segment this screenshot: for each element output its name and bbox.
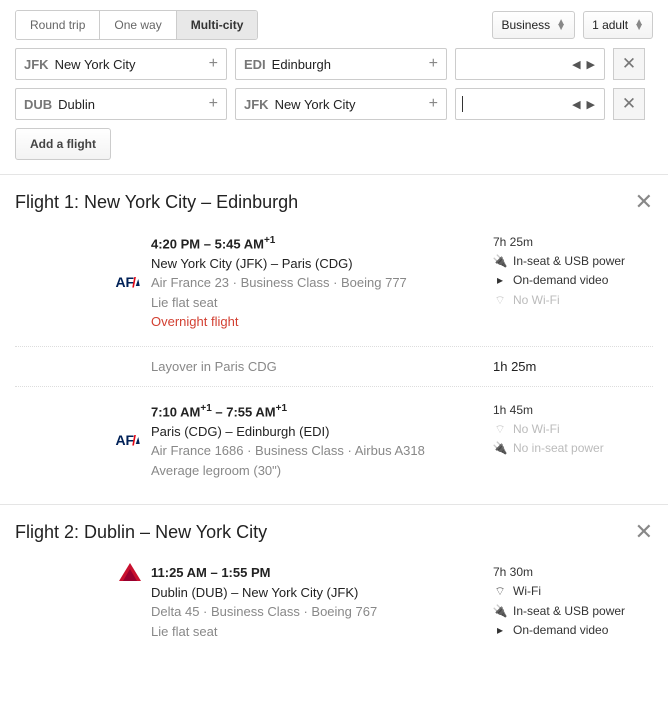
segment-times: 11:25 AM – 1:55 PM xyxy=(151,563,493,583)
to-input-2[interactable]: JFK New York City + xyxy=(235,88,447,120)
airport-city: New York City xyxy=(55,57,136,72)
remove-leg-2[interactable]: ✕ xyxy=(613,88,645,120)
plus-icon[interactable]: + xyxy=(209,55,218,73)
airport-city: Dublin xyxy=(58,97,95,112)
from-input-1[interactable]: JFK New York City + xyxy=(15,48,227,80)
add-flight-button[interactable]: Add a flight xyxy=(15,128,111,160)
segment-route: Paris (CDG) – Edinburgh (EDI) xyxy=(151,422,493,442)
segment-duration: 7h 30m xyxy=(493,563,653,582)
airport-city: Edinburgh xyxy=(272,57,331,72)
wifi-icon: ⌔ xyxy=(493,582,507,601)
trip-type-tabs: Round trip One way Multi-city xyxy=(15,10,258,40)
date-input-2[interactable]: ◀ ▶ xyxy=(455,88,605,120)
layover-text: Layover in Paris CDG xyxy=(151,359,493,374)
power-icon: 🔌 xyxy=(493,602,507,621)
segment-seat: Average legroom (30") xyxy=(151,461,493,481)
flight-2-segment-1: 11:25 AM – 1:55 PM Dublin (DUB) – New Yo… xyxy=(15,549,653,655)
segment-details: Delta 45 · Business Class · Boeing 767 xyxy=(151,602,493,622)
flight-2-section: Flight 2: Dublin – New York City ✕ 11:25… xyxy=(0,505,668,665)
flight-1-segment-1: AF/ 4:20 PM – 5:45 AM+1 New York City (J… xyxy=(15,219,653,347)
airport-code: JFK xyxy=(244,97,269,112)
airline-logo-airfrance: AF/ xyxy=(105,233,151,332)
cabin-label: Business xyxy=(501,18,550,32)
next-day-icon[interactable]: ▶ xyxy=(587,98,595,111)
segment-details: Air France 1686 · Business Class · Airbu… xyxy=(151,441,493,461)
video-icon: ▸ xyxy=(493,621,507,640)
close-icon[interactable]: ✕ xyxy=(635,519,653,545)
remove-leg-1[interactable]: ✕ xyxy=(613,48,645,80)
plus-icon[interactable]: + xyxy=(209,95,218,113)
segment-duration: 1h 45m xyxy=(493,401,653,420)
prev-day-icon[interactable]: ◀ xyxy=(572,58,580,71)
tab-one-way[interactable]: One way xyxy=(100,11,176,39)
pax-label: 1 adult xyxy=(592,18,628,32)
flight-1-segment-2: AF/ 7:10 AM+1 – 7:55 AM+1 Paris (CDG) – … xyxy=(15,387,653,494)
airport-code: JFK xyxy=(24,57,49,72)
next-day-icon[interactable]: ▶ xyxy=(587,58,595,71)
cabin-select[interactable]: Business ▲▼ xyxy=(492,11,575,39)
segment-route: New York City (JFK) – Paris (CDG) xyxy=(151,254,493,274)
segment-duration: 7h 25m xyxy=(493,233,653,252)
prev-day-icon[interactable]: ◀ xyxy=(572,98,580,111)
from-input-2[interactable]: DUB Dublin + xyxy=(15,88,227,120)
video-icon: ▸ xyxy=(493,271,507,290)
wifi-icon: ⌔ xyxy=(493,291,507,310)
sort-icon: ▲▼ xyxy=(634,20,644,30)
airport-code: EDI xyxy=(244,57,266,72)
segment-details: Air France 23 · Business Class · Boeing … xyxy=(151,273,493,293)
airport-city: New York City xyxy=(275,97,356,112)
flight-1-title: Flight 1: New York City – Edinburgh xyxy=(15,192,298,213)
plus-icon[interactable]: + xyxy=(429,95,438,113)
airline-logo-delta xyxy=(105,563,151,641)
search-form: Round trip One way Multi-city Business ▲… xyxy=(0,0,668,175)
tab-multi-city[interactable]: Multi-city xyxy=(177,11,258,39)
segment-route: Dublin (DUB) – New York City (JFK) xyxy=(151,583,493,603)
passengers-select[interactable]: 1 adult ▲▼ xyxy=(583,11,653,39)
wifi-icon: ⌔ xyxy=(493,420,507,439)
tab-round-trip[interactable]: Round trip xyxy=(16,11,100,39)
plus-icon[interactable]: + xyxy=(429,55,438,73)
airport-code: DUB xyxy=(24,97,52,112)
segment-seat: Lie flat seat xyxy=(151,622,493,642)
segment-times: 4:20 PM – 5:45 AM xyxy=(151,236,264,251)
sort-icon: ▲▼ xyxy=(556,20,566,30)
layover-duration: 1h 25m xyxy=(493,359,653,374)
date-input-1[interactable]: ◀ ▶ xyxy=(455,48,605,80)
airline-logo-airfrance: AF/ xyxy=(105,401,151,480)
segment-seat: Lie flat seat xyxy=(151,293,493,313)
power-icon: 🔌 xyxy=(493,252,507,271)
layover-row: Layover in Paris CDG 1h 25m xyxy=(15,347,653,387)
flight-1-section: Flight 1: New York City – Edinburgh ✕ AF… xyxy=(0,175,668,505)
flight-2-title: Flight 2: Dublin – New York City xyxy=(15,522,267,543)
power-icon: 🔌 xyxy=(493,439,507,458)
to-input-1[interactable]: EDI Edinburgh + xyxy=(235,48,447,80)
close-icon[interactable]: ✕ xyxy=(635,189,653,215)
overnight-note: Overnight flight xyxy=(151,312,493,332)
